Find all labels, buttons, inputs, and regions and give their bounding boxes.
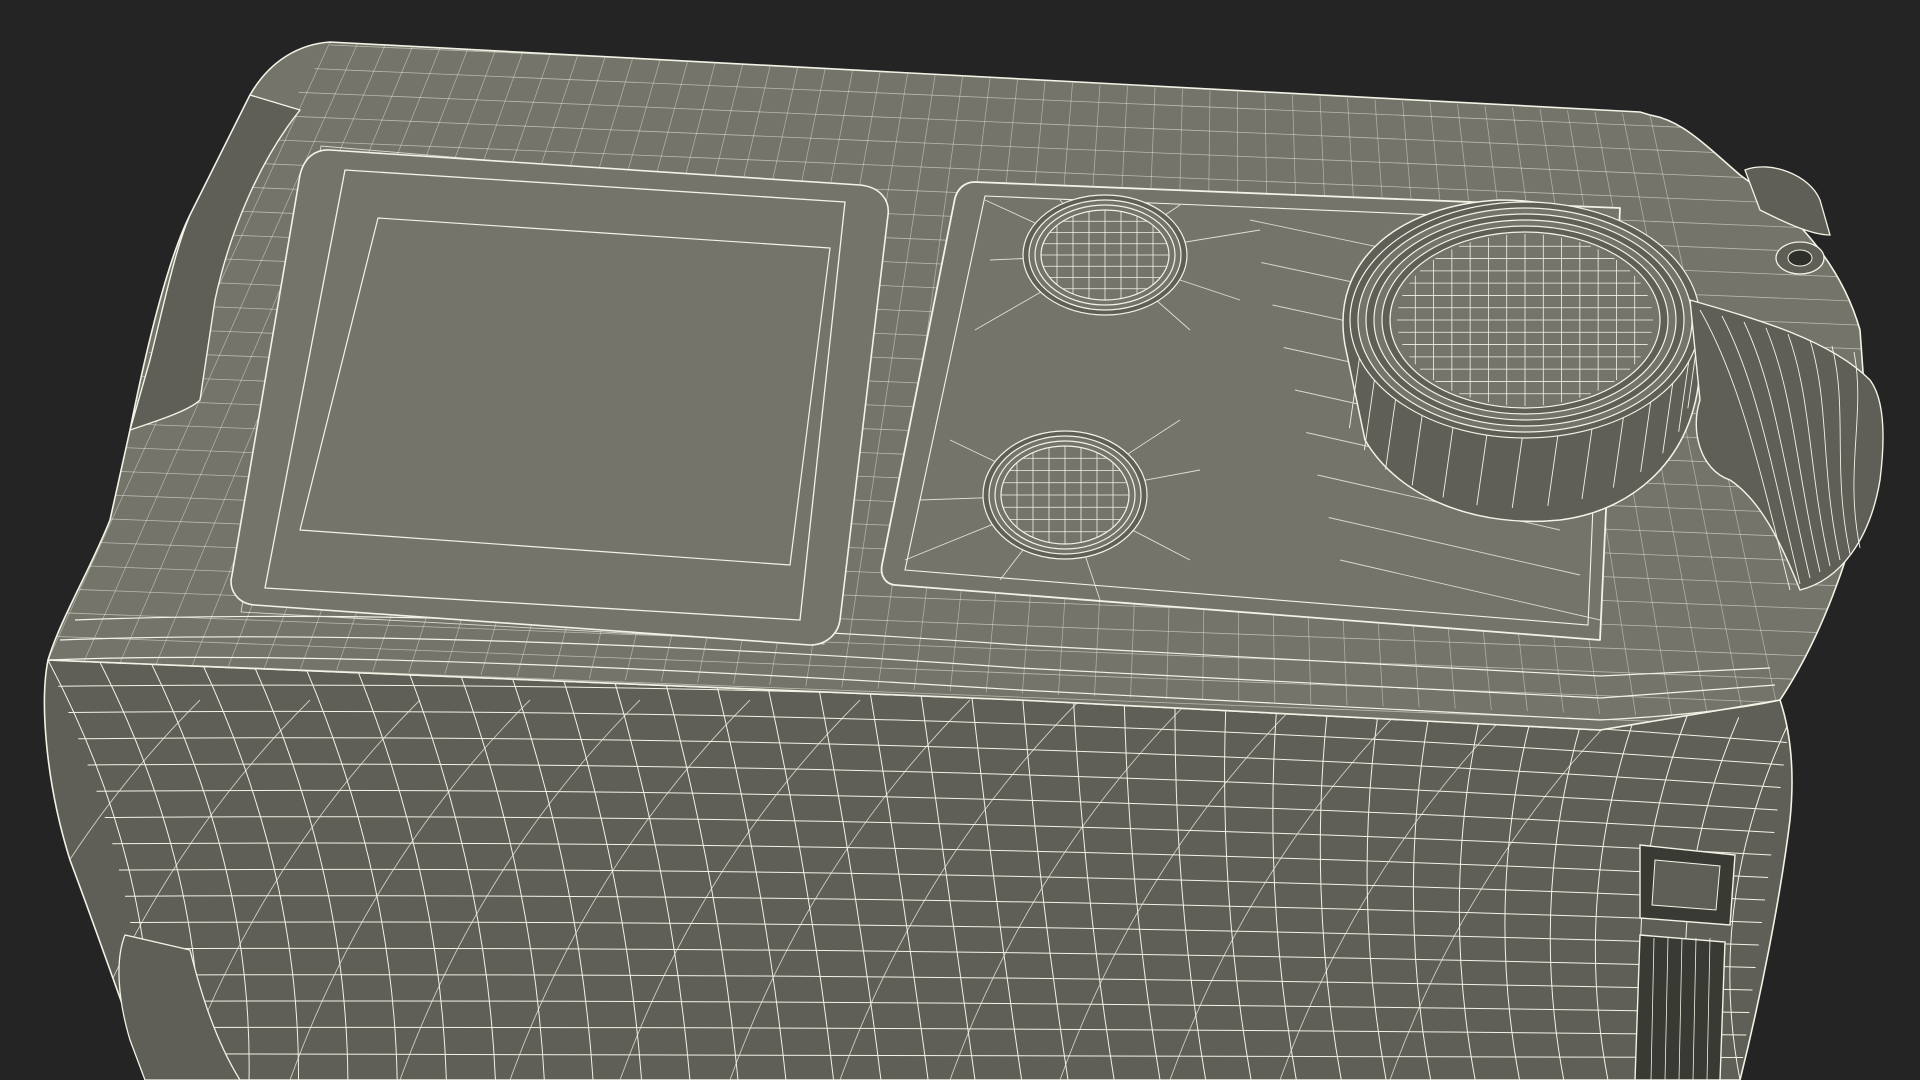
- screen-display-area: [299, 217, 831, 566]
- wireframe-render: [0, 0, 1920, 1080]
- port-lower: [1634, 934, 1726, 1080]
- lower-round-button: [982, 430, 1148, 560]
- port-upper-inner: [1651, 859, 1721, 911]
- lanyard-hole: [1787, 249, 1813, 267]
- mode-dial: [1342, 199, 1701, 523]
- side-port-opening: [1634, 844, 1736, 1080]
- render-viewport: [0, 0, 1920, 1080]
- upper-round-button: [1022, 194, 1188, 316]
